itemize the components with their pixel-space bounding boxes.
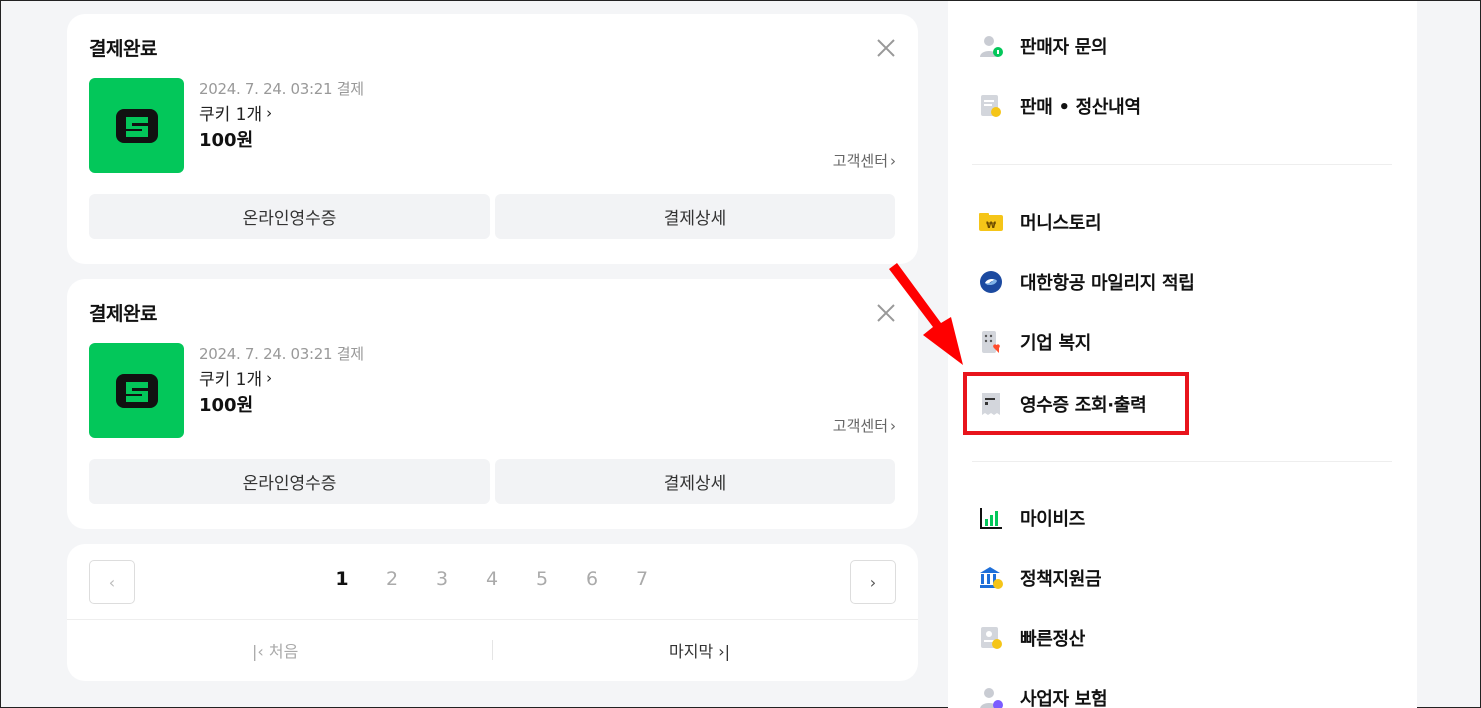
last-page-button[interactable]: 마지막 ›| [669,638,730,662]
last-page-label: 마지막 [669,642,714,661]
menu-item-money-story[interactable]: ₩ 머니스토리 [978,209,1102,235]
order-date: 2024. 7. 24. 03:21 결제 [199,345,364,363]
svg-text:₩: ₩ [986,221,996,231]
corporate-welfare-icon [982,331,1000,353]
customer-center-link[interactable]: 고객센터 › [833,150,896,171]
pagination: ‹ 1 2 3 4 5 6 7 › |‹ 처음 마지막 ›| [67,544,918,681]
side-menu-panel: 판매자 문의 판매 • 정산내역 ₩ 머니스토리 대한항공 마일리지 적립 기업… [948,1,1417,708]
page-number[interactable]: 4 [467,568,517,590]
chevron-right-icon: › [266,103,273,122]
close-icon[interactable] [876,38,896,58]
fast-settlement-icon [981,627,1002,649]
page-numbers: 1 2 3 4 5 6 7 [317,568,667,590]
order-item-name: 쿠키 1개 [199,370,263,390]
page-number[interactable]: 6 [567,568,617,590]
order-item-link[interactable]: 쿠키 1개 › [199,365,273,391]
order-status: 결제완료 [89,38,157,60]
menu-label: 사업자 보험 [1020,689,1108,708]
s-logo-icon [115,373,158,408]
customer-center-label: 고객센터 [832,417,888,435]
business-insurance-icon [980,688,1003,708]
menu-label: 마이비즈 [1020,509,1086,530]
order-price: 100원 [199,130,254,151]
chevron-right-icon: › [890,151,896,170]
page-number[interactable]: 5 [517,568,567,590]
korean-air-icon [980,271,1002,293]
order-card: 결제완료 2024. 7. 24. 03:21 결제 쿠키 1개 › 100원 … [67,14,918,264]
next-page-button[interactable]: › [850,560,896,604]
menu-label: 머니스토리 [1020,213,1102,234]
menu-item-policy-fund[interactable]: 정책지원금 [978,565,1102,591]
menu-label: 대한항공 마일리지 적립 [1020,273,1195,294]
page-number[interactable]: 2 [367,568,417,590]
order-date: 2024. 7. 24. 03:21 결제 [199,80,364,98]
first-page-icon: |‹ [252,642,269,661]
order-status: 결제완료 [89,303,157,325]
divider [67,619,918,620]
menu-label: 정책지원금 [1020,569,1102,590]
order-item-name: 쿠키 1개 [199,105,263,125]
store-logo [89,78,184,173]
order-card: 결제완료 2024. 7. 24. 03:21 결제 쿠키 1개 › 100원 … [67,279,918,529]
customer-center-link[interactable]: 고객센터 › [833,415,896,436]
online-receipt-button[interactable]: 온라인영수증 [89,194,490,239]
page-number[interactable]: 7 [617,568,667,590]
menu-item-mybiz[interactable]: 마이비즈 [978,505,1085,531]
annotation-arrow-icon [889,263,963,365]
divider [492,640,493,660]
prev-page-button[interactable]: ‹ [89,560,135,604]
divider [972,164,1392,165]
policy-fund-icon [980,567,1003,589]
money-story-icon: ₩ [979,213,1003,231]
menu-label: 빠른정산 [1020,629,1086,650]
menu-item-fast-settlement[interactable]: 빠른정산 [978,625,1085,651]
order-price: 100원 [199,395,254,416]
highlight-box [963,372,1189,435]
menu-item-business-insurance[interactable]: 사업자 보험 [978,685,1108,708]
page-number[interactable]: 3 [417,568,467,590]
payment-detail-button[interactable]: 결제상세 [495,459,895,504]
chevron-left-icon: ‹ [108,572,116,592]
page-number[interactable]: 1 [317,568,367,590]
menu-label: 판매 • 정산내역 [1020,97,1141,118]
menu-item-korean-air[interactable]: 대한항공 마일리지 적립 [978,269,1195,295]
first-page-button[interactable]: |‹ 처음 [252,638,298,662]
order-item-link[interactable]: 쿠키 1개 › [199,100,273,126]
store-logo [89,343,184,438]
menu-label: 판매자 문의 [1020,37,1108,58]
chevron-right-icon: › [890,416,896,435]
chevron-right-icon: › [869,572,877,592]
online-receipt-button[interactable]: 온라인영수증 [89,459,490,504]
payment-detail-button[interactable]: 결제상세 [495,194,895,239]
last-page-icon: ›| [713,642,731,661]
menu-label: 기업 복지 [1020,333,1092,354]
chevron-right-icon: › [266,368,273,387]
customer-center-label: 고객센터 [832,152,888,170]
first-page-label: 처음 [268,642,299,661]
menu-item-seller-inquiry[interactable]: 판매자 문의 [978,33,1108,59]
seller-inquiry-icon [980,36,1003,57]
menu-item-corporate-welfare[interactable]: 기업 복지 [978,329,1091,355]
menu-item-sales-settlement[interactable]: 판매 • 정산내역 [978,93,1141,119]
s-logo-icon [115,108,158,143]
mybiz-chart-icon [980,508,1002,529]
sales-settlement-icon [981,95,1001,117]
divider [972,461,1392,462]
